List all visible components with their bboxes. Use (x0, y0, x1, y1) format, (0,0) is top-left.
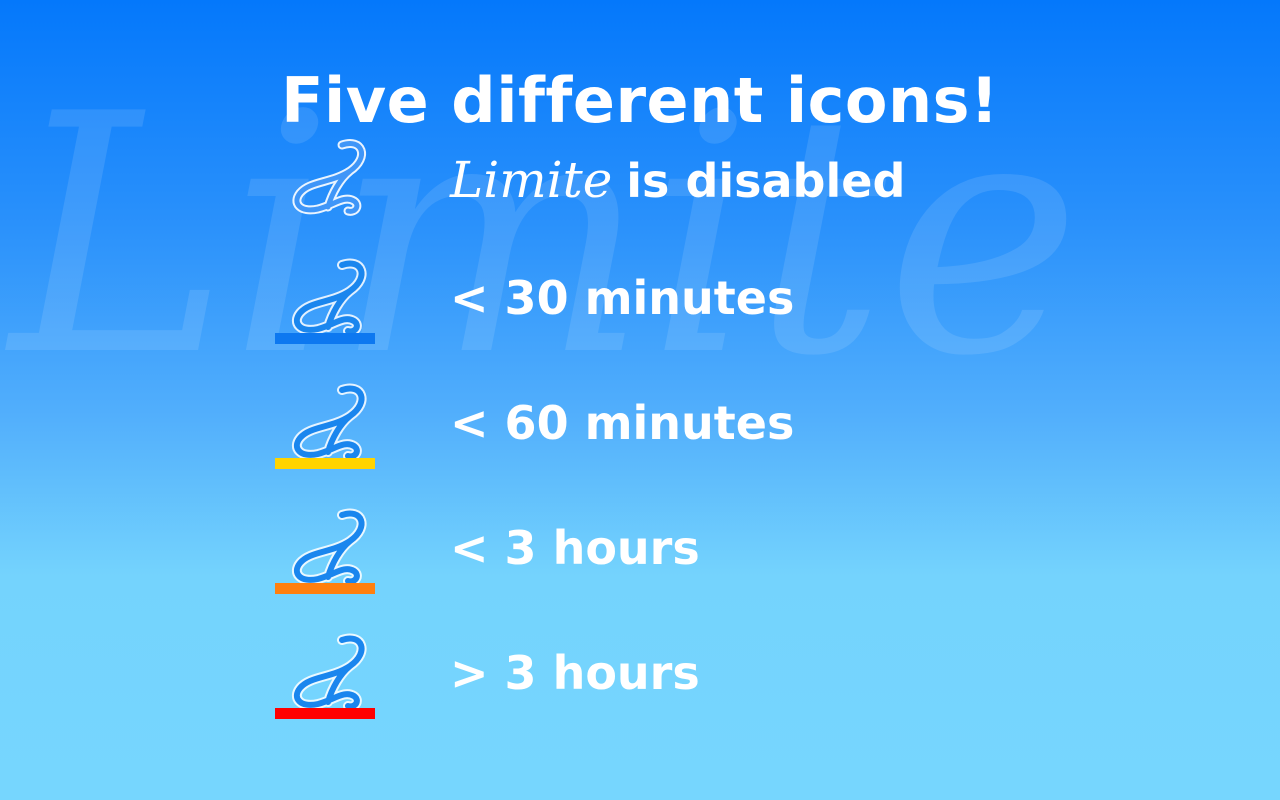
status-bar-orange (275, 583, 375, 594)
status-bar-yellow (275, 458, 375, 469)
icon-row-under-3-hours: < 3 hours (270, 505, 1030, 615)
row-label-disabled: Limite is disabled (450, 155, 905, 205)
status-bar-blue (275, 333, 375, 344)
row-label-under-3-hours: < 3 hours (450, 521, 700, 575)
limite-30min-icon (270, 255, 380, 365)
status-bar-red (275, 708, 375, 719)
row-label-30-minutes: < 30 minutes (450, 271, 795, 325)
limite-under-3h-icon (270, 505, 380, 615)
icon-row-60-minutes: < 60 minutes (270, 380, 1030, 490)
limite-wordmark: Limite (450, 151, 613, 209)
icon-row-over-3-hours: > 3 hours (270, 630, 1030, 740)
limite-disabled-icon (270, 135, 380, 245)
page-title: Five different icons! (281, 63, 999, 137)
icon-row-disabled: Limite is disabled (270, 135, 1030, 245)
row-label-over-3-hours: > 3 hours (450, 646, 700, 700)
row-label-60-minutes: < 60 minutes (450, 396, 795, 450)
limite-60min-icon (270, 380, 380, 490)
icon-row-30-minutes: < 30 minutes (270, 255, 1030, 365)
disabled-label: is disabled (626, 154, 906, 208)
limite-over-3h-icon (270, 630, 380, 740)
